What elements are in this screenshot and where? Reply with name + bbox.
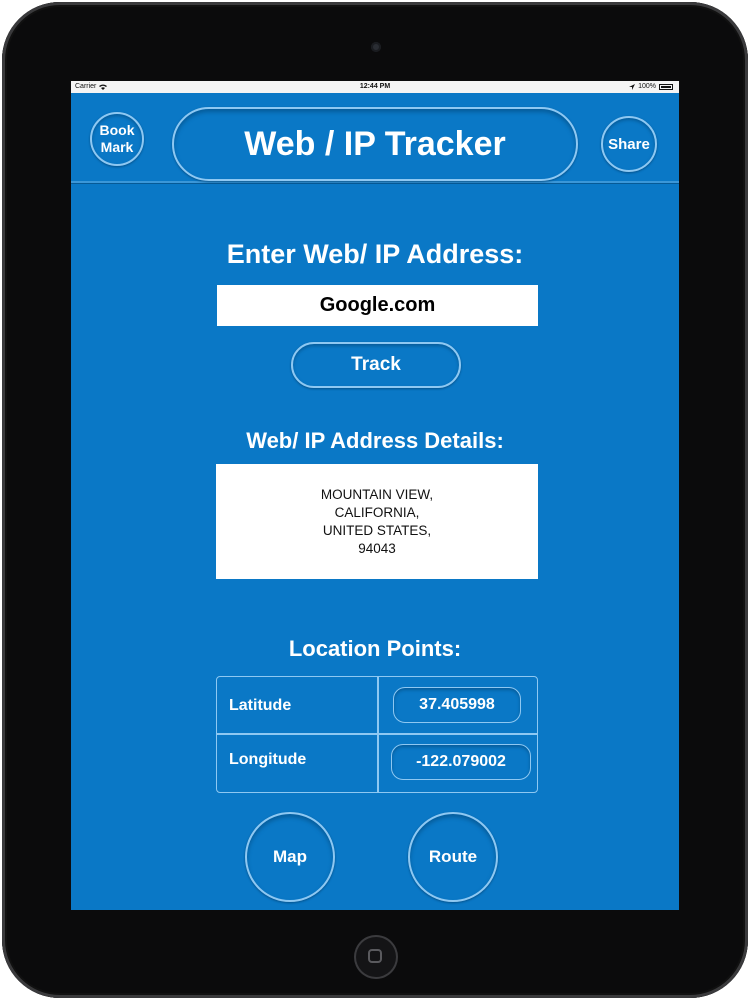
address-details-box: MOUNTAIN VIEW, CALIFORNIA, UNITED STATES… [216, 464, 538, 579]
details-line-country: UNITED STATES, [322, 522, 432, 538]
route-button[interactable]: Route [408, 812, 498, 902]
home-button-icon [368, 949, 382, 963]
status-right: 100% [629, 83, 673, 90]
location-arrow-icon [629, 83, 636, 90]
map-button[interactable]: Map [245, 812, 335, 902]
battery-percent: 100% [638, 83, 656, 90]
location-points-table: Latitude 37.405998 Longitude -122.079002 [216, 676, 538, 793]
address-prompt-label: Enter Web/ IP Address: [226, 239, 524, 269]
latitude-label: Latitude [229, 697, 292, 714]
longitude-label: Longitude [229, 751, 307, 768]
bookmark-label-line1: Book [99, 122, 135, 138]
front-camera [371, 42, 381, 52]
address-input[interactable] [217, 285, 538, 326]
details-line-zip: 94043 [358, 540, 396, 556]
latitude-value: 37.405998 [393, 687, 521, 723]
status-bar: Carrier 12:44 PM 100% [71, 81, 679, 93]
details-line-state: CALIFORNIA, [334, 504, 420, 520]
table-column-divider [377, 677, 379, 792]
details-line-city: MOUNTAIN VIEW, [320, 486, 434, 502]
location-points-label: Location Points: [288, 636, 462, 661]
share-button[interactable]: Share [601, 116, 657, 172]
bookmark-label-line2: Mark [100, 139, 134, 155]
status-time: 12:44 PM [359, 83, 391, 90]
longitude-value: -122.079002 [391, 744, 531, 780]
app-title: Web / IP Tracker [172, 107, 578, 181]
details-label: Web/ IP Address Details: [246, 428, 504, 453]
bookmark-label: Book Mark [100, 122, 135, 156]
track-button[interactable]: Track [291, 342, 461, 388]
app-screen: Carrier 12:44 PM 100% Book Mark Web / IP… [71, 81, 679, 910]
battery-icon [659, 83, 673, 90]
app-header: Book Mark Web / IP Tracker Share [71, 93, 679, 183]
bookmark-button[interactable]: Book Mark [90, 112, 144, 166]
